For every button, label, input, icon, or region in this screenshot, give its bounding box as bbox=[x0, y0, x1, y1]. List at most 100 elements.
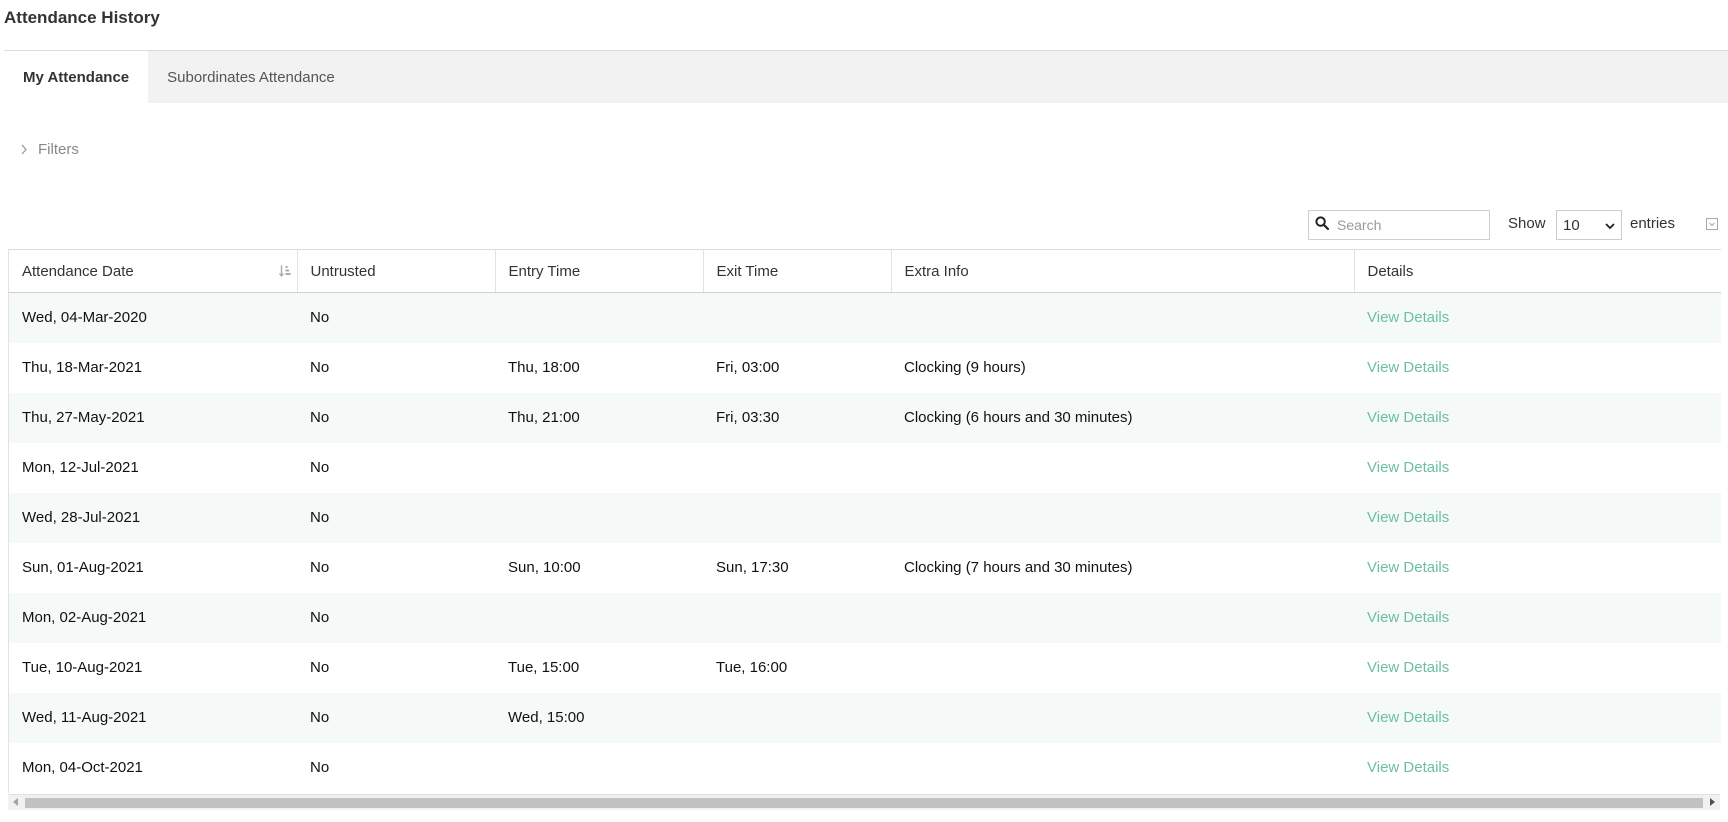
search-input[interactable] bbox=[1335, 216, 1485, 234]
cell-untrusted: No bbox=[297, 742, 495, 793]
cell-attendance-date: Thu, 27-May-2021 bbox=[9, 392, 297, 443]
view-details-link[interactable]: View Details bbox=[1367, 309, 1449, 326]
view-details-link[interactable]: View Details bbox=[1367, 409, 1449, 426]
cell-entry-time bbox=[495, 742, 703, 793]
entries-select-value: 10 bbox=[1563, 216, 1580, 234]
table-row: Mon, 04-Oct-2021 No View Details bbox=[9, 742, 1721, 793]
cell-details: View Details bbox=[1354, 492, 1721, 543]
cell-entry-time bbox=[495, 292, 703, 343]
tab-subordinates-attendance[interactable]: Subordinates Attendance bbox=[148, 51, 354, 103]
cell-exit-time bbox=[703, 742, 891, 793]
cell-extra-info bbox=[891, 442, 1354, 493]
table-row: Thu, 18-Mar-2021 No Thu, 18:00 Fri, 03:00 Cl… bbox=[9, 342, 1721, 393]
cell-exit-time: Sun, 17:30 bbox=[703, 542, 891, 593]
cell-untrusted: No bbox=[297, 342, 495, 393]
cell-untrusted: No bbox=[297, 492, 495, 543]
export-icon[interactable] bbox=[1706, 217, 1718, 234]
cell-attendance-date: Wed, 11-Aug-2021 bbox=[9, 692, 297, 743]
filters-label: Filters bbox=[38, 141, 79, 158]
attendance-table-container: Attendance Date Untrusted Entry Time Exi… bbox=[8, 249, 1721, 793]
cell-exit-time: Tue, 16:00 bbox=[703, 642, 891, 693]
column-header-extra-info[interactable]: Extra Info bbox=[890, 249, 1354, 293]
view-details-link[interactable]: View Details bbox=[1367, 759, 1449, 776]
entries-per-page-select[interactable]: 10 bbox=[1556, 210, 1622, 240]
cell-details: View Details bbox=[1354, 442, 1721, 493]
table-header-row: Attendance Date Untrusted Entry Time Exi… bbox=[9, 249, 1721, 293]
view-details-link[interactable]: View Details bbox=[1367, 709, 1449, 726]
cell-untrusted: No bbox=[297, 292, 495, 343]
cell-extra-info bbox=[891, 692, 1354, 743]
cell-entry-time: Thu, 21:00 bbox=[495, 392, 703, 443]
cell-entry-time bbox=[495, 442, 703, 493]
cell-entry-time: Wed, 15:00 bbox=[495, 692, 703, 743]
cell-attendance-date: Thu, 18-Mar-2021 bbox=[9, 342, 297, 393]
cell-details: View Details bbox=[1354, 692, 1721, 743]
cell-entry-time: Thu, 18:00 bbox=[495, 342, 703, 393]
scroll-right-arrow-icon[interactable] bbox=[1710, 798, 1715, 806]
cell-attendance-date: Mon, 04-Oct-2021 bbox=[9, 742, 297, 793]
column-header-attendance-date[interactable]: Attendance Date bbox=[9, 249, 297, 293]
cell-attendance-date: Wed, 28-Jul-2021 bbox=[9, 492, 297, 543]
cell-extra-info: Clocking (7 hours and 30 minutes) bbox=[891, 542, 1354, 593]
cell-entry-time: Tue, 15:00 bbox=[495, 642, 703, 693]
chevron-down-icon bbox=[1605, 217, 1615, 234]
entries-label: entries bbox=[1630, 215, 1676, 232]
cell-untrusted: No bbox=[297, 642, 495, 693]
horizontal-scrollbar[interactable] bbox=[8, 794, 1720, 810]
cell-exit-time bbox=[703, 492, 891, 543]
cell-extra-info bbox=[891, 642, 1354, 693]
cell-extra-info: Clocking (6 hours and 30 minutes) bbox=[891, 392, 1354, 443]
table-row: Thu, 27-May-2021 No Thu, 21:00 Fri, 03:30 Cl… bbox=[9, 392, 1721, 443]
cell-extra-info bbox=[891, 492, 1354, 543]
cell-details: View Details bbox=[1354, 592, 1721, 643]
scroll-left-arrow-icon[interactable] bbox=[13, 798, 18, 806]
table-row: Mon, 12-Jul-2021 No View Details bbox=[9, 442, 1721, 493]
cell-attendance-date: Mon, 12-Jul-2021 bbox=[9, 442, 297, 493]
cell-exit-time bbox=[703, 292, 891, 343]
table-row: Wed, 04-Mar-2020 No View Details bbox=[9, 292, 1721, 343]
cell-untrusted: No bbox=[297, 692, 495, 743]
sort-descending-icon[interactable] bbox=[278, 264, 291, 281]
cell-extra-info bbox=[891, 292, 1354, 343]
view-details-link[interactable]: View Details bbox=[1367, 659, 1449, 676]
cell-exit-time: Fri, 03:00 bbox=[703, 342, 891, 393]
view-details-link[interactable]: View Details bbox=[1367, 459, 1449, 476]
cell-exit-time: Fri, 03:30 bbox=[703, 392, 891, 443]
table-row: Mon, 02-Aug-2021 No View Details bbox=[9, 592, 1721, 643]
tab-my-attendance[interactable]: My Attendance bbox=[4, 51, 149, 103]
search-box bbox=[1308, 210, 1490, 240]
search-icon bbox=[1309, 216, 1330, 234]
cell-extra-info bbox=[891, 592, 1354, 643]
cell-details: View Details bbox=[1354, 642, 1721, 693]
view-details-link[interactable]: View Details bbox=[1367, 609, 1449, 626]
page-title: Attendance History bbox=[4, 8, 160, 27]
cell-exit-time bbox=[703, 592, 891, 643]
cell-extra-info: Clocking (9 hours) bbox=[891, 342, 1354, 393]
cell-untrusted: No bbox=[297, 442, 495, 493]
column-header-untrusted[interactable]: Untrusted bbox=[296, 249, 495, 293]
cell-entry-time: Sun, 10:00 bbox=[495, 542, 703, 593]
filters-toggle[interactable]: Filters bbox=[20, 141, 79, 158]
view-details-link[interactable]: View Details bbox=[1367, 509, 1449, 526]
cell-details: View Details bbox=[1354, 742, 1721, 793]
scrollbar-thumb[interactable] bbox=[25, 798, 1703, 808]
cell-untrusted: No bbox=[297, 392, 495, 443]
cell-details: View Details bbox=[1354, 342, 1721, 393]
cell-attendance-date: Sun, 01-Aug-2021 bbox=[9, 542, 297, 593]
view-details-link[interactable]: View Details bbox=[1367, 559, 1449, 576]
cell-untrusted: No bbox=[297, 592, 495, 643]
cell-details: View Details bbox=[1354, 392, 1721, 443]
cell-attendance-date: Tue, 10-Aug-2021 bbox=[9, 642, 297, 693]
cell-untrusted: No bbox=[297, 542, 495, 593]
show-label: Show bbox=[1508, 215, 1546, 232]
table-row: Sun, 01-Aug-2021 No Sun, 10:00 Sun, 17:30 Cl… bbox=[9, 542, 1721, 593]
view-details-link[interactable]: View Details bbox=[1367, 359, 1449, 376]
column-header-details[interactable]: Details bbox=[1353, 249, 1721, 293]
column-header-exit-time[interactable]: Exit Time bbox=[702, 249, 891, 293]
cell-details: View Details bbox=[1354, 292, 1721, 343]
table-row: Tue, 10-Aug-2021 No Tue, 15:00 Tue, 16:00 Vi… bbox=[9, 642, 1721, 693]
cell-attendance-date: Wed, 04-Mar-2020 bbox=[9, 292, 297, 343]
column-header-entry-time[interactable]: Entry Time bbox=[494, 249, 703, 293]
cell-exit-time bbox=[703, 442, 891, 493]
table-toolbar: Show 10 entries bbox=[1308, 209, 1728, 240]
